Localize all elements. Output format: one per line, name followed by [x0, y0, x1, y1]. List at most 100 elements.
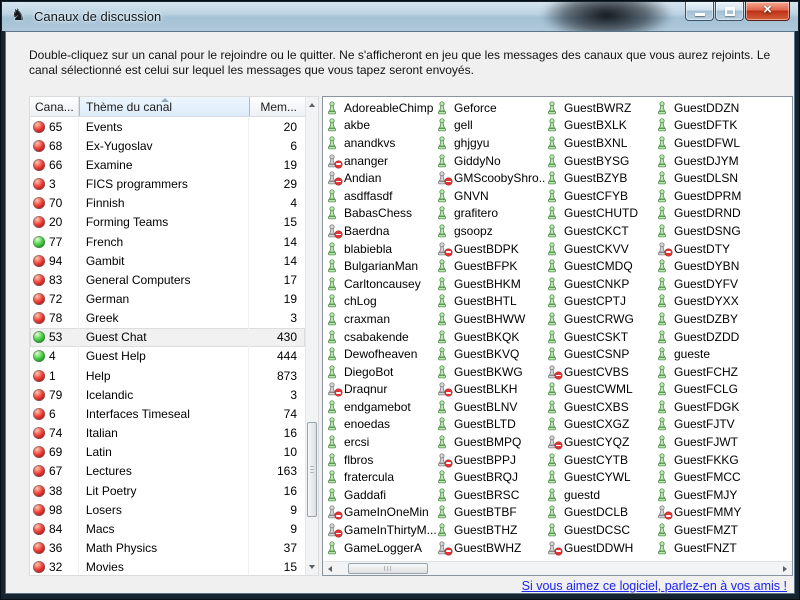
- user-item[interactable]: GuestDPRM: [656, 187, 786, 205]
- minimize-button[interactable]: [685, 2, 714, 21]
- user-item[interactable]: GuestFCHZ: [656, 363, 786, 381]
- channel-row[interactable]: 94Gambit14: [30, 251, 305, 270]
- members-horizontal-scrollbar[interactable]: [323, 561, 792, 575]
- user-item[interactable]: akbe: [326, 117, 436, 135]
- user-item[interactable]: GuestCFYB: [546, 187, 656, 205]
- user-item[interactable]: csabakende: [326, 328, 436, 346]
- user-item[interactable]: ercsi: [326, 433, 436, 451]
- vertical-scroll-thumb[interactable]: [307, 422, 317, 517]
- maximize-button[interactable]: [715, 2, 744, 21]
- user-item[interactable]: Gaddafi: [326, 486, 436, 504]
- user-item[interactable]: GuestCRWG: [546, 310, 656, 328]
- user-item[interactable]: gell: [436, 117, 546, 135]
- user-item[interactable]: GuestCMDQ: [546, 257, 656, 275]
- user-item[interactable]: GuestBYSG: [546, 152, 656, 170]
- user-item[interactable]: GuestBHTL: [436, 293, 546, 311]
- user-item[interactable]: GuestFMZT: [656, 521, 786, 539]
- column-header-channel[interactable]: Cana...: [30, 97, 79, 116]
- user-item[interactable]: GuestCNKP: [546, 275, 656, 293]
- channel-row[interactable]: 83General Computers17: [30, 270, 305, 289]
- user-item[interactable]: GuestBHKM: [436, 275, 546, 293]
- close-button[interactable]: ×: [745, 2, 790, 21]
- user-item[interactable]: GuestCVBS: [546, 363, 656, 381]
- user-item[interactable]: GuestBWRZ: [546, 99, 656, 117]
- user-item[interactable]: GuestBMPQ: [436, 433, 546, 451]
- user-item[interactable]: GuestDZDD: [656, 328, 786, 346]
- user-item[interactable]: GuestFKKG: [656, 451, 786, 469]
- user-item[interactable]: GuestFJTV: [656, 416, 786, 434]
- user-item[interactable]: Carltoncausey: [326, 275, 436, 293]
- user-item[interactable]: GuestDLSN: [656, 169, 786, 187]
- scroll-left-arrow[interactable]: [323, 562, 337, 576]
- user-item[interactable]: GuestBXNL: [546, 134, 656, 152]
- user-item[interactable]: GuestBHWW: [436, 310, 546, 328]
- user-item[interactable]: AdoreableChimp: [326, 99, 436, 117]
- user-item[interactable]: GMScoobyShro...: [436, 169, 546, 187]
- user-item[interactable]: BabasChess: [326, 205, 436, 223]
- user-item[interactable]: GuestCYWL: [546, 468, 656, 486]
- user-item[interactable]: GuestDJYM: [656, 152, 786, 170]
- channel-row[interactable]: 84Macs9: [30, 519, 305, 538]
- channel-row[interactable]: 70Finnish4: [30, 194, 305, 213]
- user-item[interactable]: GuestCYTB: [546, 451, 656, 469]
- horizontal-scroll-thumb[interactable]: [348, 563, 428, 574]
- user-item[interactable]: GuestCXGZ: [546, 416, 656, 434]
- user-item[interactable]: GuestCYQZ: [546, 433, 656, 451]
- channel-row[interactable]: 67Lectures163: [30, 462, 305, 481]
- user-item[interactable]: GuestDZBY: [656, 310, 786, 328]
- channel-row[interactable]: 65Events20: [30, 117, 305, 136]
- user-item[interactable]: GuestCWML: [546, 381, 656, 399]
- user-item[interactable]: Dewofheaven: [326, 345, 436, 363]
- user-item[interactable]: gsoopz: [436, 222, 546, 240]
- user-item[interactable]: asdffasdf: [326, 187, 436, 205]
- user-item[interactable]: GuestDFWL: [656, 134, 786, 152]
- user-item[interactable]: GuestBWHZ: [436, 539, 546, 557]
- user-item[interactable]: DiegoBot: [326, 363, 436, 381]
- user-item[interactable]: endgamebot: [326, 398, 436, 416]
- scroll-right-arrow[interactable]: [778, 562, 792, 576]
- user-item[interactable]: GuestBLTD: [436, 416, 546, 434]
- user-item[interactable]: GuestDCLB: [546, 504, 656, 522]
- scroll-up-arrow[interactable]: [306, 98, 318, 112]
- column-header-theme[interactable]: Thème du canal: [79, 97, 250, 116]
- channel-row[interactable]: 3FICS programmers29: [30, 174, 305, 193]
- user-item[interactable]: GuestDYFV: [656, 275, 786, 293]
- user-item[interactable]: GuestBLNV: [436, 398, 546, 416]
- user-item[interactable]: Draqnur: [326, 381, 436, 399]
- user-item[interactable]: GuestFMCC: [656, 468, 786, 486]
- user-item[interactable]: GuestCKCT: [546, 222, 656, 240]
- channel-row[interactable]: 74Italian16: [30, 424, 305, 443]
- user-item[interactable]: grafitero: [436, 205, 546, 223]
- user-item[interactable]: chLog: [326, 293, 436, 311]
- user-item[interactable]: GuestCPTJ: [546, 293, 656, 311]
- channel-row[interactable]: 72German19: [30, 289, 305, 308]
- user-item[interactable]: GuestBZYB: [546, 169, 656, 187]
- user-item[interactable]: GuestCKVV: [546, 240, 656, 258]
- user-item[interactable]: Geforce: [436, 99, 546, 117]
- user-item[interactable]: GuestFMJY: [656, 486, 786, 504]
- channel-row[interactable]: 32Movies15: [30, 558, 305, 575]
- user-item[interactable]: ananger: [326, 152, 436, 170]
- channel-row[interactable]: 36Math Physics37: [30, 538, 305, 557]
- channel-row[interactable]: 4Guest Help444: [30, 347, 305, 366]
- user-item[interactable]: GuestBRQJ: [436, 468, 546, 486]
- user-item[interactable]: GuestBKVQ: [436, 345, 546, 363]
- user-item[interactable]: GuestBPPJ: [436, 451, 546, 469]
- user-item[interactable]: GuestBXLK: [546, 117, 656, 135]
- user-item[interactable]: GiddyNo: [436, 152, 546, 170]
- user-item[interactable]: GuestBKWG: [436, 363, 546, 381]
- channel-row[interactable]: 79Icelandic3: [30, 385, 305, 404]
- channel-row[interactable]: 6Interfaces Timeseal74: [30, 404, 305, 423]
- user-item[interactable]: craxman: [326, 310, 436, 328]
- user-item[interactable]: GuestBDPK: [436, 240, 546, 258]
- user-item[interactable]: fratercula: [326, 468, 436, 486]
- user-item[interactable]: GuestBLKH: [436, 381, 546, 399]
- user-item[interactable]: guestd: [546, 486, 656, 504]
- user-item[interactable]: GuestDTY: [656, 240, 786, 258]
- user-item[interactable]: ghjgyu: [436, 134, 546, 152]
- user-item[interactable]: GuestDDZN: [656, 99, 786, 117]
- user-item[interactable]: GNVN: [436, 187, 546, 205]
- user-item[interactable]: GuestCXBS: [546, 398, 656, 416]
- channel-table-vertical-scrollbar[interactable]: [305, 97, 318, 575]
- share-software-link[interactable]: Si vous aimez ce logiciel, parlez-en à v…: [522, 579, 787, 593]
